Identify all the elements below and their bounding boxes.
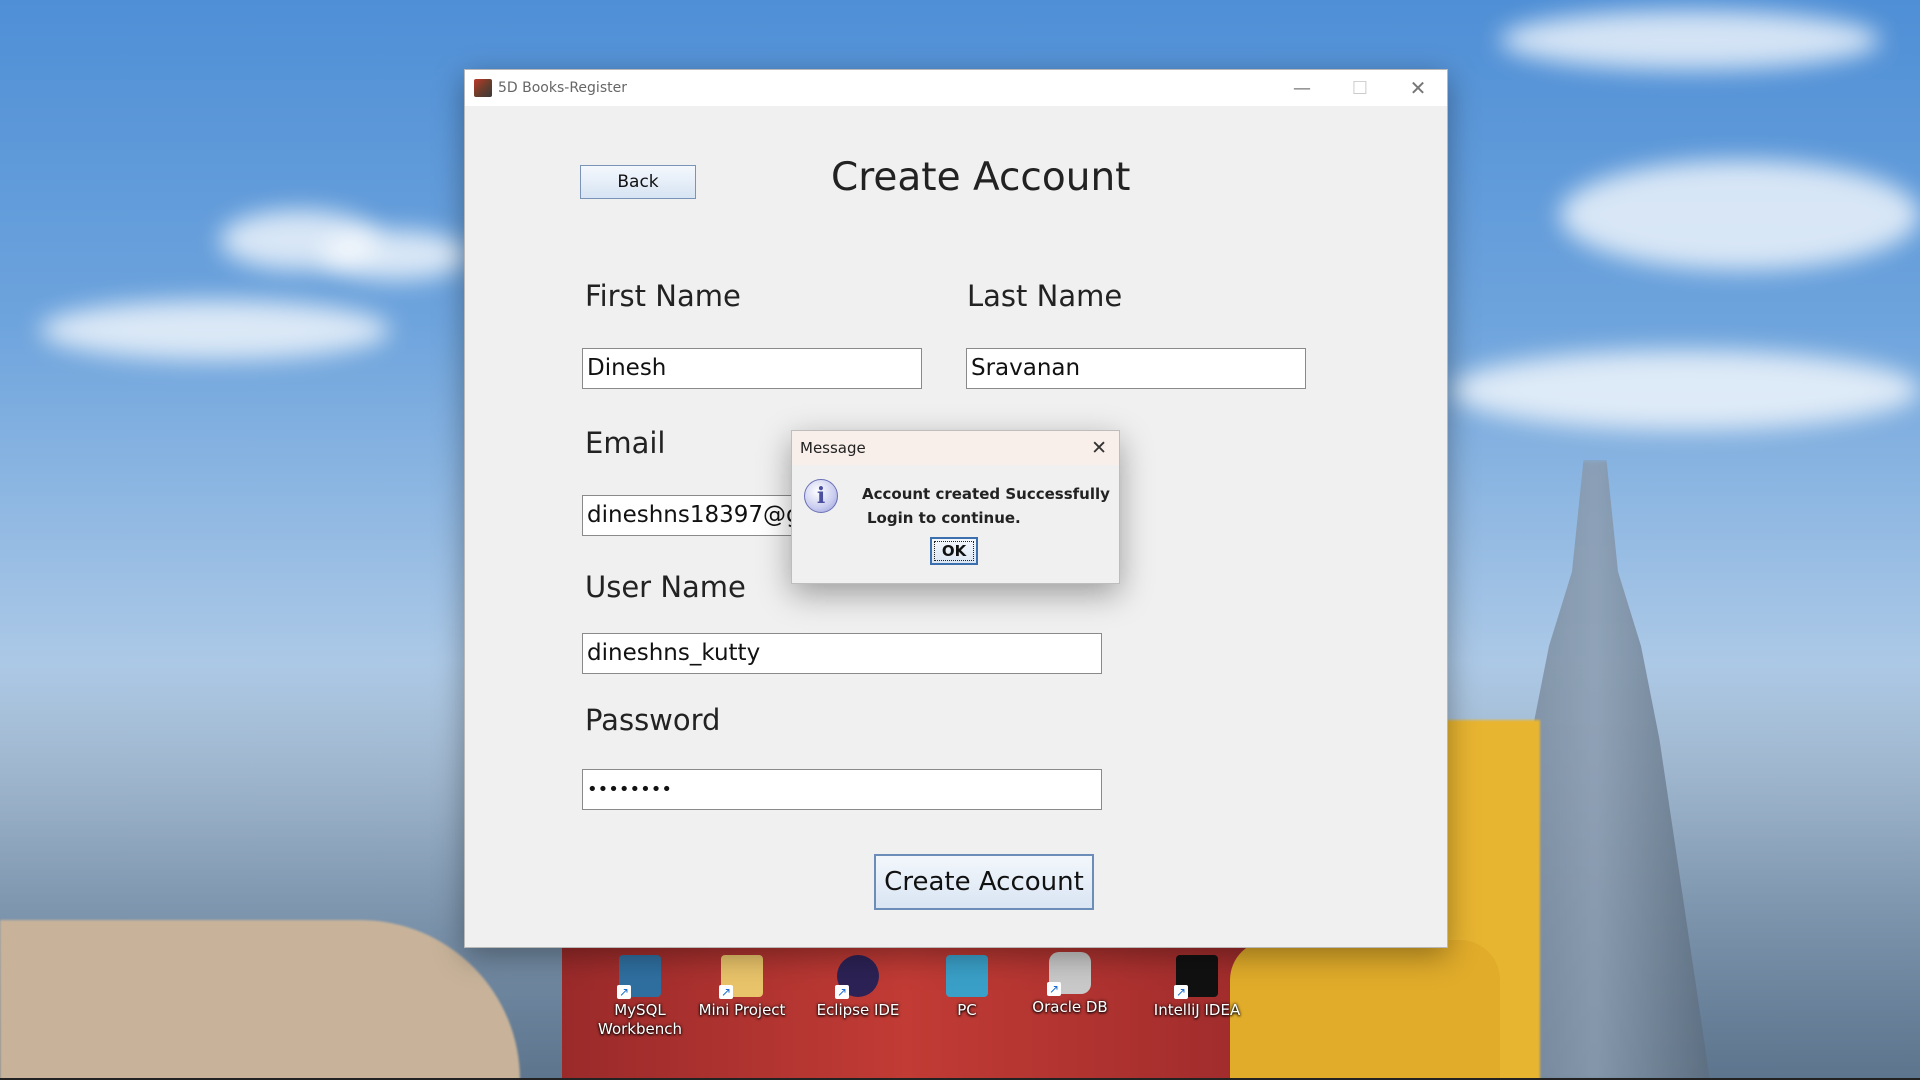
create-account-button[interactable]: Create Account bbox=[874, 854, 1094, 910]
dialog-message: Account created Successfully Login to co… bbox=[862, 482, 1110, 530]
page-title: Create Account bbox=[831, 155, 1131, 200]
back-button[interactable]: Back bbox=[580, 165, 696, 199]
database-icon: ↗ bbox=[1047, 952, 1091, 996]
window-title: 5D Books-Register bbox=[498, 80, 627, 96]
username-label: User Name bbox=[585, 570, 746, 604]
maximize-button[interactable]: ☐ bbox=[1331, 70, 1389, 106]
window-titlebar[interactable]: 5D Books-Register — ☐ ✕ bbox=[465, 70, 1447, 106]
password-label: Password bbox=[585, 703, 721, 737]
message-dialog: Message ✕ i Account created Successfully… bbox=[791, 430, 1120, 584]
last-name-label: Last Name bbox=[967, 279, 1123, 313]
dialog-close-icon[interactable]: ✕ bbox=[1091, 437, 1107, 459]
password-field[interactable]: •••••••• bbox=[582, 769, 1102, 810]
mysql-workbench-icon: ↗ bbox=[617, 955, 661, 999]
username-field[interactable]: dineshns_kutty bbox=[582, 633, 1102, 674]
desktop-icon-mysql-workbench[interactable]: ↗ MySQL Workbench bbox=[595, 955, 685, 1039]
desktop-icon-mini-project[interactable]: ↗ Mini Project bbox=[697, 955, 787, 1020]
last-name-field[interactable]: Sravanan bbox=[966, 348, 1306, 389]
desktop-icon-eclipse-ide[interactable]: ↗ Eclipse IDE bbox=[813, 955, 903, 1020]
dialog-message-line1: Account created Successfully bbox=[862, 485, 1110, 503]
intellij-idea-icon: ↗ bbox=[1174, 955, 1218, 999]
close-button[interactable]: ✕ bbox=[1389, 70, 1447, 106]
monitor-icon bbox=[946, 955, 988, 997]
eclipse-ide-icon: ↗ bbox=[835, 955, 879, 999]
info-icon: i bbox=[804, 479, 838, 513]
first-name-field[interactable]: Dinesh bbox=[582, 348, 922, 389]
folder-icon: ↗ bbox=[719, 955, 763, 999]
desktop-icon-pc[interactable]: PC bbox=[922, 955, 1012, 1020]
first-name-label: First Name bbox=[585, 279, 741, 313]
dialog-message-line2: Login to continue. bbox=[867, 509, 1021, 527]
desktop-icon-oracle-db[interactable]: ↗ Oracle DB bbox=[1025, 952, 1115, 1017]
dialog-title: Message bbox=[800, 439, 866, 457]
email-label: Email bbox=[585, 426, 666, 460]
dialog-titlebar[interactable]: Message ✕ bbox=[792, 431, 1119, 465]
ok-button[interactable]: OK bbox=[930, 537, 978, 565]
minimize-button[interactable]: — bbox=[1273, 70, 1331, 106]
desktop-icon-intellij-idea[interactable]: ↗ IntelliJ IDEA bbox=[1152, 955, 1242, 1020]
app-icon bbox=[474, 79, 492, 97]
